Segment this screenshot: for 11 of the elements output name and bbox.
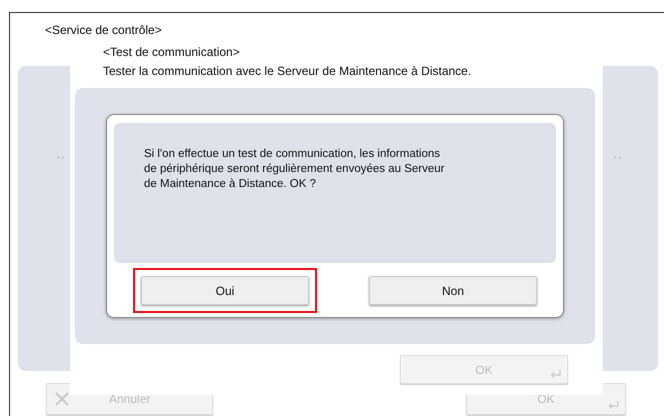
close-icon — [55, 392, 69, 406]
truncated-label: .. — [614, 150, 624, 161]
enter-icon — [608, 400, 620, 410]
dialog-message: Si l'on effectue un test de communication, les informations de périphérique seront régulièrement envoyées au Serveur de Maintenance à Distance. OK ? — [144, 147, 446, 192]
dialog-button[interactable]: Non — [369, 276, 537, 305]
screen-title: <Service de contrôle> — [45, 23, 162, 37]
truncated-label: .. — [57, 150, 67, 161]
panel-title: <Test de communication> — [103, 45, 240, 59]
enter-icon — [550, 369, 562, 379]
dialog-button[interactable]: Oui — [141, 276, 309, 305]
panel-description: Tester la communication avec le Serveur de Maintenance à Distance. — [103, 64, 472, 78]
